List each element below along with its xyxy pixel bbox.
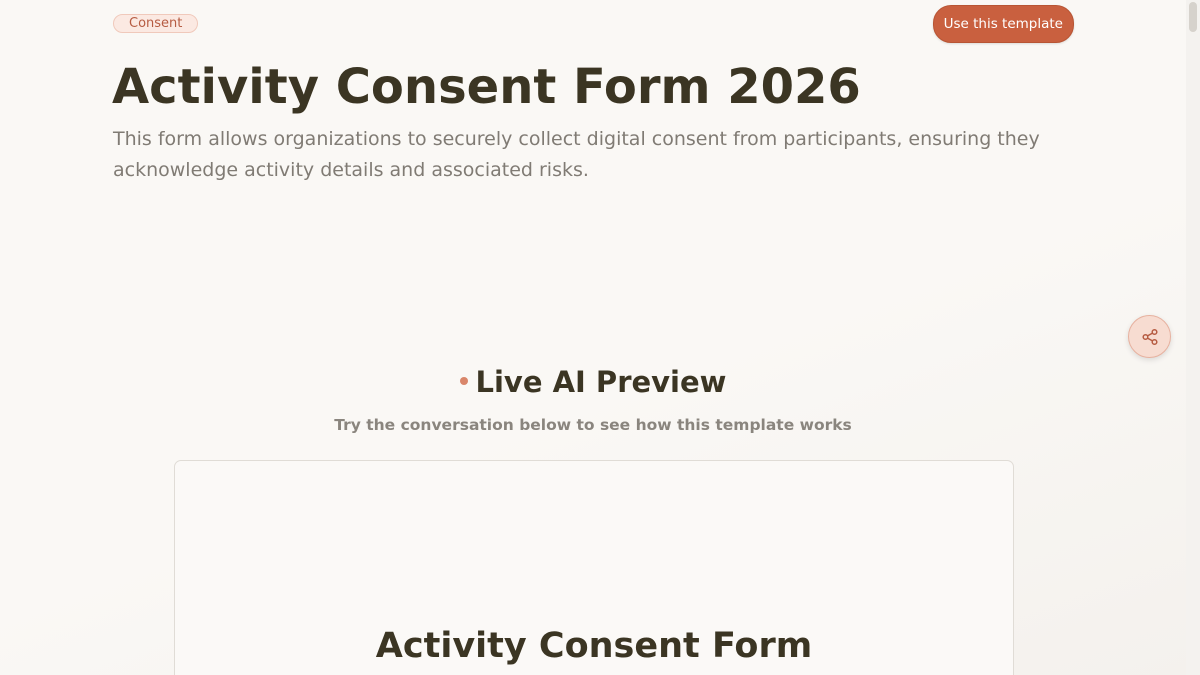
form-title: Activity Consent Form xyxy=(375,626,813,666)
preview-heading-text: Live AI Preview xyxy=(475,365,727,399)
preview-subheading: Try the conversation below to see how th… xyxy=(334,416,852,434)
preview-card[interactable]: Activity Consent Form xyxy=(174,460,1014,675)
category-tag[interactable]: Consent xyxy=(113,14,199,33)
share-icon xyxy=(1141,328,1158,345)
use-template-button[interactable]: Use this template xyxy=(932,5,1074,43)
page: Consent Use this template Activity Conse… xyxy=(0,0,1200,675)
header-row: Consent Use this template xyxy=(113,5,1074,43)
preview-heading: Live AI Preview xyxy=(0,362,1186,402)
scrollbar-thumb[interactable] xyxy=(1189,2,1197,32)
bullet-dot-icon xyxy=(459,377,468,385)
page-title: Activity Consent Form 2026 xyxy=(112,59,861,115)
share-button[interactable] xyxy=(1128,315,1171,358)
page-description: This form allows organizations to secure… xyxy=(113,128,1040,181)
scrollbar[interactable] xyxy=(1186,0,1200,675)
